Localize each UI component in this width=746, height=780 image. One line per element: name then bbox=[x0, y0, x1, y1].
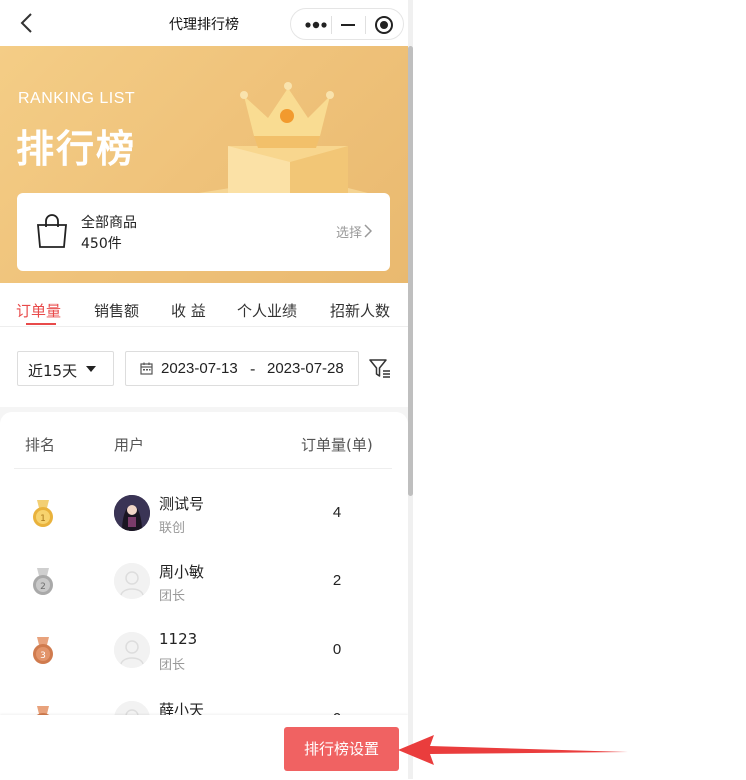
filter-icon[interactable] bbox=[368, 358, 392, 380]
active-tab-indicator bbox=[26, 323, 56, 325]
tab-new-recruits[interactable]: 招新人数 bbox=[330, 300, 390, 321]
period-value: 近15天 bbox=[28, 362, 78, 380]
header-divider bbox=[14, 468, 392, 469]
order-count: 2 bbox=[332, 572, 342, 589]
metric-tabs: 订单量 销售额 收 益 个人业绩 招新人数 bbox=[0, 283, 408, 327]
user-name: 测试号 bbox=[159, 495, 205, 513]
date-separator: - bbox=[250, 360, 256, 378]
banner-title-cn: 排行榜 bbox=[16, 127, 137, 171]
ranking-settings-button[interactable]: 排行榜设置 bbox=[284, 727, 399, 771]
nav-bar: 代理排行榜 bbox=[0, 0, 408, 46]
header-user: 用户 bbox=[114, 436, 145, 454]
tab-personal-performance[interactable]: 个人业绩 bbox=[237, 300, 297, 321]
svg-text:1: 1 bbox=[40, 514, 46, 524]
capsule-divider bbox=[331, 16, 332, 34]
shopping-bag-icon bbox=[37, 214, 67, 248]
table-row[interactable]: 1 测试号 联创 4 bbox=[0, 482, 408, 550]
order-count: 0 bbox=[332, 641, 342, 658]
user-role: 团长 bbox=[159, 589, 186, 604]
order-count: 4 bbox=[332, 504, 342, 521]
mini-program-page: 代理排行榜 RANKING LIST 排行榜 全部商品 450件 选择 订单量 … bbox=[0, 0, 408, 779]
end-date: 2023-07-28 bbox=[267, 360, 344, 377]
page-scrollbar[interactable] bbox=[408, 0, 413, 779]
annotation-arrow-icon bbox=[398, 735, 628, 765]
scrollbar-thumb[interactable] bbox=[408, 46, 413, 496]
user-name: 1123 bbox=[159, 630, 198, 648]
silver-medal-icon: 2 bbox=[33, 568, 53, 595]
caret-down-icon bbox=[86, 366, 96, 372]
tab-sales-amount[interactable]: 销售额 bbox=[94, 300, 139, 321]
tab-order-count[interactable]: 订单量 bbox=[16, 300, 61, 321]
close-target-icon[interactable] bbox=[375, 16, 393, 34]
user-role: 联创 bbox=[159, 521, 186, 536]
header-metric: 订单量(单) bbox=[301, 436, 373, 454]
bottom-action-bar: 排行榜设置 bbox=[0, 715, 408, 779]
period-dropdown[interactable]: 近15天 bbox=[17, 351, 114, 386]
table-row[interactable]: 2 周小敏 团长 2 bbox=[0, 550, 408, 618]
header-rank: 排名 bbox=[25, 436, 56, 454]
capsule-divider bbox=[365, 16, 366, 34]
date-range-picker[interactable]: 2023-07-13 - 2023-07-28 bbox=[125, 351, 359, 386]
choose-link[interactable]: 选择 bbox=[336, 222, 362, 241]
svg-text:3: 3 bbox=[40, 651, 46, 661]
tab-income[interactable]: 收 益 bbox=[171, 300, 206, 321]
date-filter-bar: 近15天 2023-07-13 - 2023-07-28 bbox=[0, 327, 408, 407]
start-date: 2023-07-13 bbox=[161, 360, 238, 377]
avatar bbox=[114, 632, 150, 668]
svg-text:2: 2 bbox=[40, 582, 46, 592]
chevron-right-icon bbox=[364, 224, 372, 238]
user-name: 周小敏 bbox=[159, 563, 205, 581]
avatar bbox=[114, 495, 150, 531]
banner-title-en: RANKING LIST bbox=[18, 90, 136, 107]
table-row[interactable]: 3 1123 团长 0 bbox=[0, 619, 408, 687]
bronze-medal-icon: 3 bbox=[33, 637, 53, 664]
gold-medal-icon: 1 bbox=[33, 500, 53, 527]
product-count: 450件 bbox=[81, 236, 122, 252]
capsule-menu bbox=[290, 8, 404, 40]
more-dots-icon[interactable] bbox=[305, 21, 327, 29]
avatar bbox=[114, 563, 150, 599]
calendar-icon bbox=[140, 362, 153, 375]
user-role: 团长 bbox=[159, 658, 186, 673]
product-name: 全部商品 bbox=[81, 215, 137, 231]
minimize-icon[interactable] bbox=[341, 24, 355, 26]
product-selector-card[interactable]: 全部商品 450件 选择 bbox=[17, 193, 390, 271]
